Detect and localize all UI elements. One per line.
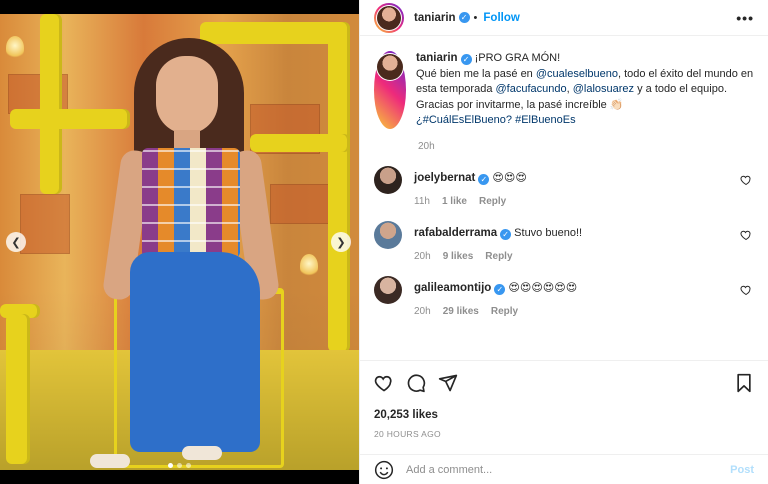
post-caption: taniarin ✓ ¡PRO GRA MÓN! Qué bien me la p… — [374, 51, 754, 129]
chevron-right-icon: ❯ — [336, 236, 346, 249]
caption-greeting: ¡PRO GRA MÓN! — [474, 52, 561, 64]
post-comment-button[interactable]: Post — [730, 464, 754, 476]
mention-link[interactable]: @facufacundo — [496, 83, 567, 95]
save-bookmark-icon[interactable] — [734, 373, 754, 393]
comment-item: rafabalderrama ✓ Stuvo bueno!! 20h 9 likes… — [374, 220, 754, 262]
more-options-icon[interactable]: ••• — [736, 10, 754, 26]
likes-count[interactable]: 20,253 likes — [374, 409, 754, 421]
comment-item: joelybernat ✓ 😍😍😍 11h 1 like Reply — [374, 165, 754, 207]
post-actions: 20,253 likes 20 HOURS AGO — [360, 360, 768, 439]
add-comment-bar: Post — [360, 454, 768, 484]
avatar[interactable] — [374, 220, 402, 249]
verified-badge-icon: ✓ — [458, 12, 470, 23]
person-figure — [90, 38, 290, 478]
like-heart-icon[interactable] — [374, 373, 394, 393]
post-timestamp: 20 HOURS AGO — [374, 429, 441, 439]
carousel-next-button[interactable]: ❯ — [331, 232, 351, 252]
comment-input[interactable] — [406, 463, 731, 476]
reply-button[interactable]: Reply — [479, 196, 506, 207]
caption-avatar-ring[interactable] — [374, 51, 406, 129]
comment-username[interactable]: galileamontijo — [414, 282, 491, 294]
photo-scene — [0, 14, 359, 470]
comment-text: 😍😍😍 — [492, 171, 527, 184]
comment-text: Stuvo bueno!! — [514, 226, 583, 239]
comment-time: 20h — [414, 305, 431, 317]
comment-item: galileamontijo ✓ 😍😍😍😍😍😍 20h 29 likes Reply — [374, 275, 754, 317]
comment-bubble-icon[interactable] — [406, 373, 426, 393]
comments-list[interactable]: taniarin ✓ ¡PRO GRA MÓN! Qué bien me la p… — [360, 37, 768, 357]
comment-likes[interactable]: 9 likes — [443, 251, 474, 262]
avatar[interactable] — [374, 275, 402, 304]
post-header: taniarin ✓ • Follow ••• — [360, 0, 768, 36]
comment-text: 😍😍😍😍😍😍 — [508, 281, 578, 294]
verified-badge-icon: ✓ — [460, 54, 472, 65]
comment-likes[interactable]: 29 likes — [443, 306, 479, 317]
verified-badge-icon: ✓ — [494, 283, 506, 295]
carousel-dot — [168, 463, 173, 468]
reply-button[interactable]: Reply — [485, 251, 512, 262]
follow-button[interactable]: Follow — [483, 12, 519, 24]
like-comment-heart-icon[interactable] — [740, 284, 752, 296]
caption-meta: 20h — [418, 141, 754, 152]
caption-text: taniarin ✓ ¡PRO GRA MÓN! Qué bien me la p… — [416, 51, 754, 129]
avatar — [377, 54, 403, 80]
instagram-post-view: ❮ ❯ taniarin ✓ • Follow ••• taniarin ✓ ¡… — [0, 0, 768, 484]
comment-likes[interactable]: 1 like — [442, 196, 467, 207]
comment-time: 11h — [414, 195, 430, 207]
carousel-indicator — [0, 463, 359, 468]
author-avatar-ring[interactable] — [374, 2, 404, 33]
caption-time: 20h — [418, 140, 435, 152]
reply-button[interactable]: Reply — [491, 306, 518, 317]
hashtag-link[interactable]: ¿#CuálEsElBueno? — [416, 114, 512, 126]
mention-link[interactable]: @cualeselbueno — [536, 68, 618, 80]
mention-link[interactable]: @lalosuarez — [573, 83, 634, 95]
comment-time: 20h — [414, 250, 431, 262]
avatar — [377, 5, 401, 30]
emoji-icon[interactable] — [374, 460, 394, 480]
comment-username[interactable]: joelybernat — [414, 172, 475, 184]
carousel-prev-button[interactable]: ❮ — [6, 232, 26, 252]
post-side-panel: taniarin ✓ • Follow ••• taniarin ✓ ¡PRO G… — [359, 0, 768, 484]
hashtag-link[interactable]: #ElBuenoEs — [515, 114, 576, 126]
like-comment-heart-icon[interactable] — [740, 229, 752, 241]
avatar[interactable] — [374, 165, 402, 194]
post-photo[interactable]: ❮ ❯ — [0, 0, 359, 484]
share-paper-plane-icon[interactable] — [438, 373, 458, 393]
caption-part: Qué bien me la pasé en — [416, 67, 536, 80]
carousel-dot — [177, 463, 182, 468]
comment-username[interactable]: rafabalderrama — [414, 227, 497, 239]
verified-badge-icon: ✓ — [500, 228, 512, 240]
verified-badge-icon: ✓ — [478, 173, 490, 185]
caption-username[interactable]: taniarin — [416, 52, 458, 64]
carousel-dot — [186, 463, 191, 468]
author-username[interactable]: taniarin — [414, 12, 456, 24]
chevron-left-icon: ❮ — [11, 236, 21, 249]
like-comment-heart-icon[interactable] — [740, 174, 752, 186]
